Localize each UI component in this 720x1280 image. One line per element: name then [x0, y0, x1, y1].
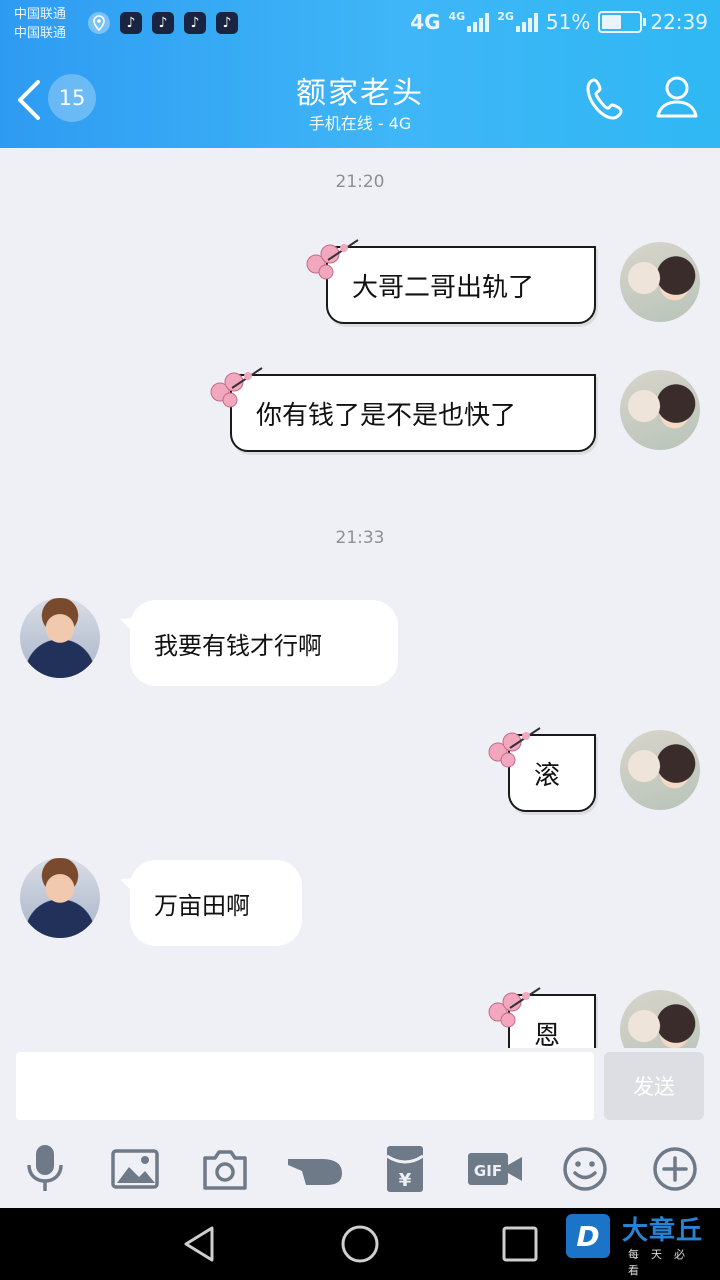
chat-toolbar: ¥ GIF	[0, 1132, 720, 1208]
clock: 22:39	[650, 10, 708, 34]
send-button[interactable]: 发送	[604, 1052, 704, 1120]
carrier-1: 中国联通	[14, 7, 67, 22]
avatar-contact[interactable]	[20, 858, 100, 938]
signal-icon	[515, 12, 538, 32]
profile-icon[interactable]	[652, 72, 702, 122]
microphone-icon[interactable]	[16, 1140, 74, 1198]
flower-decoration-icon	[306, 239, 359, 280]
tiktok-icon: ♪	[216, 12, 238, 34]
message-bubble-outgoing[interactable]: 大哥二哥出轨了	[326, 246, 596, 324]
carrier-info: 中国联通 中国联通	[14, 5, 66, 43]
signal-icon	[467, 12, 490, 32]
avatar-me[interactable]	[620, 242, 700, 322]
image-icon[interactable]	[106, 1140, 164, 1198]
nav-recents-icon[interactable]	[498, 1222, 542, 1266]
battery-fill	[602, 15, 621, 29]
tiktok-icon: ♪	[152, 12, 174, 34]
phone-icon[interactable]	[582, 74, 632, 124]
watermark-mark: D	[566, 1214, 610, 1258]
chat-header: 15 额家老头 手机在线 - 4G	[0, 50, 720, 148]
flower-decoration-icon	[488, 987, 541, 1028]
notification-icons: ♪ ♪ ♪ ♪	[88, 12, 238, 34]
nav-home-icon[interactable]	[338, 1222, 382, 1266]
carrier-2: 中国联通	[14, 26, 67, 41]
avatar-me[interactable]	[620, 730, 700, 810]
network-type-sim1: 4G	[448, 10, 466, 23]
status-bar: 中国联通 中国联通 ♪ ♪ ♪ ♪ 4G 4G 2G 51% 22:39	[0, 0, 720, 50]
gif-icon[interactable]: GIF	[466, 1140, 524, 1198]
watermark-slogan: 每天必看	[628, 1248, 697, 1277]
system-nav-bar: D 大章丘 每天必看	[0, 1208, 720, 1280]
nav-back-icon[interactable]	[178, 1222, 222, 1266]
tiktok-icon: ♪	[184, 12, 206, 34]
message-input[interactable]	[16, 1052, 594, 1120]
top-bar: 中国联通 中国联通 ♪ ♪ ♪ ♪ 4G 4G 2G 51% 22:39 15 …	[0, 0, 720, 148]
timestamp: 21:33	[335, 528, 385, 548]
watermark-logo: D 大章丘 每天必看	[566, 1212, 712, 1277]
emoji-icon[interactable]	[556, 1140, 614, 1198]
message-bubble-incoming[interactable]: 万亩田啊	[130, 860, 302, 946]
poke-icon[interactable]	[286, 1140, 344, 1198]
flower-decoration-icon	[488, 727, 541, 768]
input-bar: 发送	[0, 1048, 720, 1132]
red-packet-icon[interactable]: ¥	[376, 1140, 434, 1198]
battery-icon	[598, 11, 647, 33]
message-bubble-outgoing[interactable]: 你有钱了是不是也快了	[230, 374, 596, 452]
flower-decoration-icon	[210, 367, 263, 408]
location-icon	[88, 12, 110, 34]
avatar-contact[interactable]	[20, 598, 100, 678]
tiktok-icon: ♪	[120, 12, 142, 34]
network-type: 4G	[410, 10, 441, 34]
camera-icon[interactable]	[196, 1140, 254, 1198]
status-right: 4G 4G 2G 51% 22:39	[410, 10, 708, 34]
gif-label: GIF	[474, 1162, 502, 1180]
chat-area[interactable]: 21:20 大哥二哥出轨了 你有钱了是不是也快了 21:33 我要有钱才行啊 滚…	[0, 148, 720, 1048]
message-bubble-incoming[interactable]: 我要有钱才行啊	[130, 600, 398, 686]
plus-icon[interactable]	[646, 1140, 704, 1198]
red-packet-symbol: ¥	[399, 1170, 412, 1191]
battery-percent: 51%	[545, 10, 591, 34]
watermark-brand: 大章丘	[622, 1216, 704, 1246]
timestamp: 21:20	[335, 172, 385, 192]
network-type-sim2: 2G	[497, 10, 514, 23]
avatar-me[interactable]	[620, 990, 700, 1048]
avatar-me[interactable]	[620, 370, 700, 450]
